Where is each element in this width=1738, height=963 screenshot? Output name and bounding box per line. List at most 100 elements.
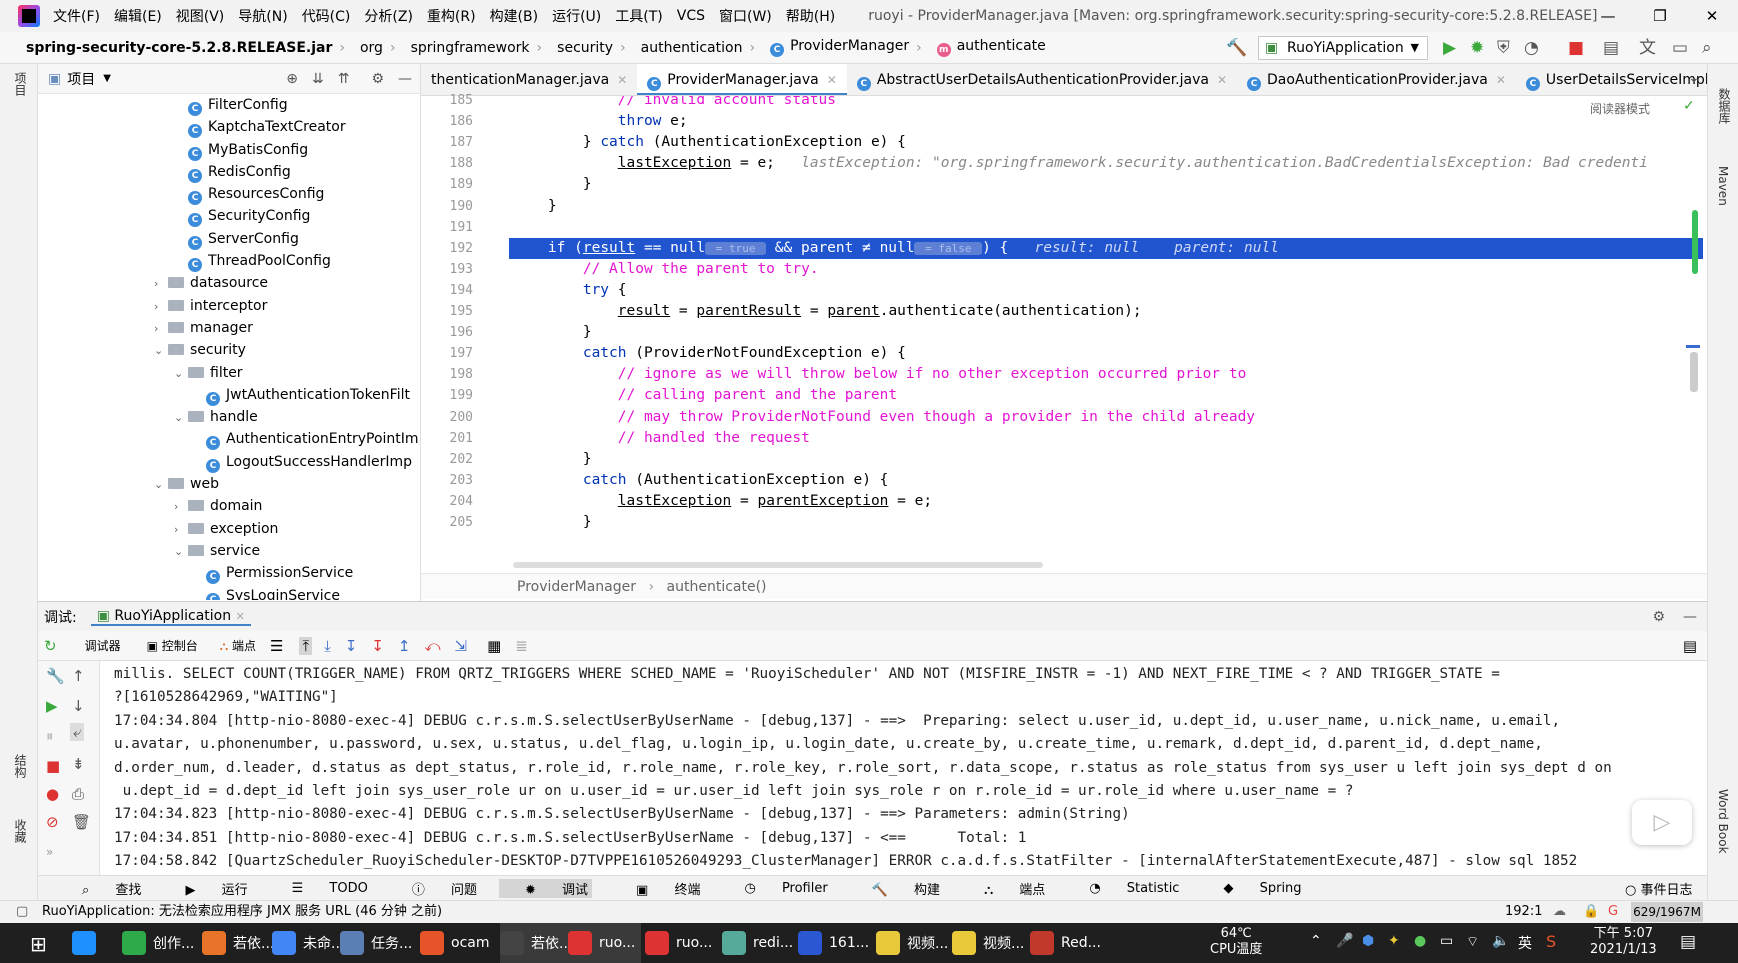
breadcrumb-security[interactable]: security [557,40,613,56]
resume-icon[interactable]: ▶ [46,697,58,715]
stop-icon[interactable]: ■ [1568,38,1584,58]
line-number[interactable]: 202 [429,452,473,467]
stop-icon[interactable]: ■ [46,757,60,775]
code-line[interactable]: lastException = e; lastException: "org.s… [513,153,1648,174]
tree-item[interactable]: › manager [38,317,420,339]
structure-tool-label[interactable]: 结构 [12,754,29,778]
network-app-icon[interactable]: ⬢ [1362,933,1374,949]
taskbar-app[interactable]: 未命... [272,923,344,963]
bottom-tool-7[interactable]: 🔨 构建 [850,879,940,898]
taskbar-app[interactable]: ruo... [645,923,712,963]
locate-icon[interactable]: ⊕ [286,71,298,87]
caret-position[interactable]: 192:1 [1505,901,1542,923]
horizontal-scrollbar[interactable] [513,562,1043,568]
pause-icon[interactable]: ⏸ [46,727,54,745]
menu-item[interactable]: 编辑(E) [114,6,162,26]
tree-item[interactable]: C RedisConfig [38,161,420,183]
debug-icon[interactable]: ✹ [1470,38,1484,58]
taskbar-app[interactable]: ruo... [568,923,642,963]
print-icon[interactable]: ⎙ [72,785,84,803]
step-over-icon[interactable]: ⤓ [324,637,331,655]
line-number[interactable]: 201 [429,431,473,446]
menu-item[interactable]: 文件(F) [53,6,100,26]
close-tab-icon[interactable]: ✕ [617,73,627,87]
chevron-right-icon[interactable]: › [154,296,168,318]
line-number[interactable]: 203 [429,473,473,488]
evaluate-icon[interactable]: ▦ [487,637,501,655]
tree-item[interactable]: › domain [38,495,420,517]
taskbar-app[interactable]: redi... [722,923,793,963]
taskbar-app[interactable]: ocam [420,923,489,963]
bottom-tool-3[interactable]: ⓘ 问题 [390,879,477,898]
wifi-icon[interactable]: ⌔ [1466,933,1479,951]
mute-breakpoints-icon[interactable]: ⊘ [46,813,59,831]
editor-tab[interactable]: C DaoAuthenticationProvider.java ✕ [1237,64,1516,95]
chevron-down-icon[interactable]: ⌄ [154,474,168,496]
taskbar-app[interactable]: Red... [1030,923,1101,963]
code-line[interactable]: // handled the request [513,428,810,449]
tree-item[interactable]: › exception [38,518,420,540]
line-number[interactable]: 185 [429,93,473,108]
line-number[interactable]: 188 [429,156,473,171]
windows-start-icon[interactable]: ⊞ [30,932,47,956]
frames-icon[interactable]: ☰ [270,637,283,655]
code-line[interactable]: } [513,196,557,217]
sogou-icon[interactable]: S [1546,932,1556,951]
breadcrumb-authentication[interactable]: authentication [641,40,743,56]
cpu-temp-widget[interactable]: 64℃ CPU温度 [1210,926,1262,958]
maximize-icon[interactable]: ❐ [1634,0,1686,32]
code-line[interactable]: throw e; [513,111,688,132]
line-number[interactable]: 205 [429,515,473,530]
code-line[interactable]: } catch (AuthenticationException e) { [513,132,906,153]
tree-item[interactable]: C AuthenticationEntryPointIm [38,428,420,451]
tree-item[interactable]: C ServerConfig [38,228,420,250]
tree-item[interactable]: ⌄ security [38,339,420,361]
coverage-icon[interactable]: ⛨ [1497,38,1510,58]
hide-icon[interactable]: — [1683,609,1697,625]
tree-item[interactable]: › datasource [38,272,420,294]
chevron-down-icon[interactable]: ⌄ [174,363,188,385]
tab-debugger[interactable]: 调试器 [85,637,121,654]
tree-item[interactable]: C LogoutSuccessHandlerImp [38,451,420,473]
up-arrow-icon[interactable]: ↑ [72,667,85,685]
code-line[interactable]: // ignore as we will throw below if no o… [513,364,1247,385]
line-number[interactable]: 200 [429,410,473,425]
expand-all-icon[interactable]: ⇊ [312,71,324,87]
editor-tab[interactable]: CUserDetailsServiceImpl.java✕ [1516,64,1707,95]
code-line[interactable]: } [513,322,592,343]
layout-icon[interactable]: ▤ [1683,637,1697,655]
tree-item[interactable]: C JwtAuthenticationTokenFilt [38,384,420,406]
bottom-tool-10[interactable]: ◆ Spring [1201,881,1301,896]
profile-icon[interactable]: ◔ [1524,38,1539,58]
bottom-tool-1[interactable]: ▶ 运行 [163,879,247,898]
chevron-right-icon[interactable]: › [174,496,188,518]
bottom-tool-5[interactable]: ▣ 终端 [614,879,700,898]
translate-icon[interactable]: 文 [1639,38,1656,58]
editor-scrollbar[interactable] [1690,352,1698,392]
drop-frame-icon[interactable]: ⤺ [424,637,440,655]
view-breakpoints-icon[interactable]: ● [46,785,59,803]
close-tab-icon[interactable]: ✕ [1217,73,1227,87]
presentation-icon[interactable]: ▭ [1672,38,1688,58]
tree-item[interactable]: C FilterConfig [38,94,420,116]
code-crumb-class[interactable]: ProviderManager [517,579,636,595]
taskbar-app[interactable]: 161... [798,923,869,963]
line-number[interactable]: 194 [429,283,473,298]
close-tab-icon[interactable]: ✕ [827,73,837,87]
notification-icon[interactable]: ▤ [1680,932,1696,952]
debug-session-tab[interactable]: ▣ RuoYiApplication ✕ [90,608,251,626]
tab-console[interactable]: ▣ 控制台 [147,637,198,654]
chevron-down-icon[interactable]: ⌄ [174,541,188,563]
taskbar-app[interactable]: 视频... [876,923,948,963]
chevron-right-icon[interactable]: › [154,273,168,295]
tree-item[interactable]: ⌄ service [38,540,420,562]
search-icon[interactable]: ⌕ [1702,38,1712,58]
menu-item[interactable]: 重构(R) [427,6,476,26]
code-line[interactable]: // invalid account status [513,96,836,111]
menu-item[interactable]: 帮助(H) [786,6,835,26]
tree-item[interactable]: C KaptchaTextCreator [38,116,420,139]
ime-label[interactable]: 英 [1518,933,1532,953]
menu-item[interactable]: VCS [677,8,705,24]
taskbar-app[interactable]: 若依... [500,923,579,963]
project-title[interactable]: 项目 [67,69,95,89]
